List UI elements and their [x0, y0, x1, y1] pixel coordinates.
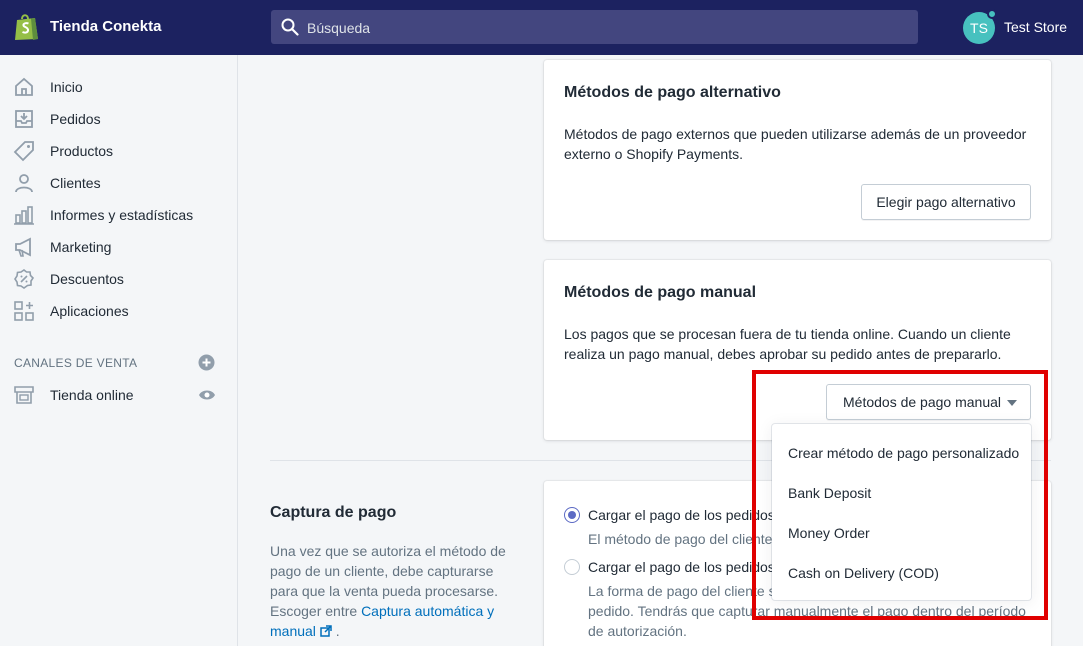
radio-help-text: de autorización.: [588, 623, 687, 639]
radio-help-text: La forma de pago del cliente s: [588, 583, 776, 599]
add-channel-icon[interactable]: [198, 354, 215, 371]
search-icon: [281, 18, 299, 36]
card-title: Métodos de pago alternativo: [564, 84, 781, 101]
card-title: Métodos de pago manual: [564, 284, 757, 301]
top-bar: Tienda Conekta Búsqueda TS Test Store: [0, 0, 1083, 55]
sidebar-item-inicio[interactable]: Inicio: [0, 71, 237, 103]
capture-automatic-radio[interactable]: [564, 507, 580, 523]
tag-icon: [13, 141, 34, 162]
orders-icon: [15, 110, 33, 128]
payment-capture-title: Captura de pago: [270, 504, 397, 521]
sidebar-item-label: Productos: [50, 143, 114, 159]
megaphone-icon: [15, 237, 31, 257]
sidebar-item-label: Pedidos: [50, 111, 101, 127]
sidebar: Inicio Pedidos Productos Clientes Inform…: [0, 55, 238, 646]
sales-channels-heading: CANALES DE VENTA: [14, 356, 138, 370]
sidebar-item-label: Clientes: [50, 175, 101, 191]
sidebar-item-label: Informes y estadísticas: [50, 207, 194, 223]
account-name[interactable]: Test Store: [1004, 19, 1067, 35]
radio-label[interactable]: Cargar el pago de los pedidos: [588, 507, 775, 523]
sidebar-item-label: Tienda online: [50, 387, 134, 403]
external-link-icon[interactable]: [320, 625, 332, 637]
home-icon: [15, 77, 33, 96]
notification-dot: [987, 9, 997, 19]
sidebar-item-aplicaciones[interactable]: Aplicaciones: [0, 295, 237, 327]
eye-icon[interactable]: [198, 388, 216, 402]
sidebar-item-label: Aplicaciones: [50, 303, 129, 319]
sidebar-item-clientes[interactable]: Clientes: [0, 167, 237, 199]
shopify-bag-icon[interactable]: [14, 13, 39, 41]
sidebar-item-label: Marketing: [50, 239, 112, 255]
sidebar-item-label: Inicio: [50, 79, 83, 95]
capture-desc-end: .: [331, 623, 340, 639]
person-icon: [15, 174, 33, 193]
search-input[interactable]: Búsqueda: [271, 10, 918, 44]
alternative-payments-card: Métodos de pago alternativo Métodos de p…: [544, 60, 1051, 240]
sidebar-item-marketing[interactable]: Marketing: [0, 231, 237, 263]
sidebar-item-informes[interactable]: Informes y estadísticas: [0, 199, 237, 231]
highlight-box: [752, 370, 1048, 620]
payment-capture-description: Una vez que se autoriza el método de pag…: [270, 541, 510, 641]
store-icon: [14, 386, 34, 404]
card-description: Los pagos que se procesan fuera de tu ti…: [564, 326, 1011, 362]
radio-help-text: El método de pago del cliente: [588, 531, 773, 547]
radio-label[interactable]: Cargar el pago de los pedidos: [588, 559, 775, 575]
sidebar-item-label: Descuentos: [50, 271, 124, 287]
sidebar-item-productos[interactable]: Productos: [0, 135, 237, 167]
choose-alternative-payment-button[interactable]: Elegir pago alternativo: [861, 184, 1031, 220]
bar-chart-icon: [14, 206, 34, 225]
capture-manual-radio[interactable]: [564, 559, 580, 575]
sidebar-item-pedidos[interactable]: Pedidos: [0, 103, 237, 135]
store-name[interactable]: Tienda Conekta: [50, 18, 161, 35]
discount-icon: [14, 269, 35, 289]
card-description: Métodos de pago externos que pueden util…: [564, 126, 1027, 162]
sidebar-item-descuentos[interactable]: Descuentos: [0, 263, 237, 295]
search-placeholder: Búsqueda: [307, 20, 371, 36]
apps-icon: [14, 301, 34, 321]
